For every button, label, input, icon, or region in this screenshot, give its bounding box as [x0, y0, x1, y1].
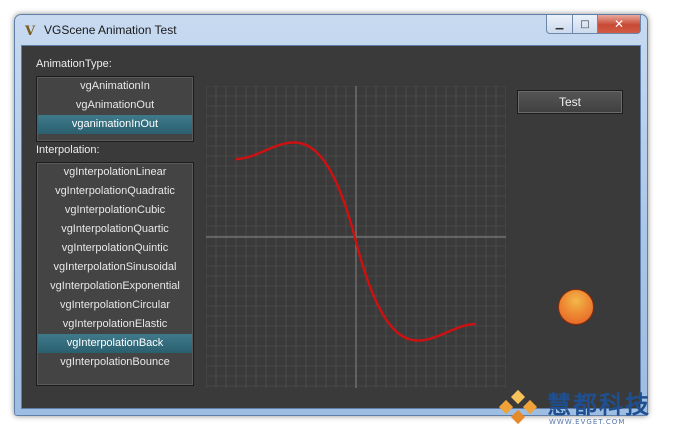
interpolation-item[interactable]: vgInterpolationSinusoidal: [38, 258, 192, 277]
animation-type-item[interactable]: vganimationInOut: [38, 115, 192, 134]
test-button[interactable]: Test: [517, 90, 623, 114]
interpolation-listbox[interactable]: vgInterpolationLinear vgInterpolationQuad…: [36, 162, 194, 386]
interpolation-item[interactable]: vgInterpolationQuartic: [38, 220, 192, 239]
animation-type-item[interactable]: vgAnimationOut: [38, 96, 192, 115]
interpolation-item[interactable]: vgInterpolationBounce: [38, 353, 192, 372]
interpolation-item[interactable]: vgInterpolationLinear: [38, 163, 192, 182]
interpolation-item[interactable]: vgInterpolationQuintic: [38, 239, 192, 258]
window-controls: ▁ □ ✕: [546, 15, 641, 34]
interpolation-item[interactable]: vgInterpolationElastic: [38, 315, 192, 334]
minimize-icon: ▁: [555, 18, 564, 30]
close-icon: ✕: [613, 17, 625, 31]
animation-type-item[interactable]: vgAnimationIn: [38, 77, 192, 96]
interpolation-item[interactable]: vgInterpolationCubic: [38, 201, 192, 220]
app-window: V VGScene Animation Test ▁ □ ✕ Animation…: [14, 14, 648, 416]
interpolation-item[interactable]: vgInterpolationCircular: [38, 296, 192, 315]
interpolation-item[interactable]: vgInterpolationQuadratic: [38, 182, 192, 201]
watermark: 慧都科技 WWW.EVGET.COM: [495, 382, 674, 431]
interpolation-curve-graph: [206, 86, 506, 388]
maximize-button[interactable]: □: [573, 15, 598, 34]
animated-ball: [558, 289, 594, 325]
close-button[interactable]: ✕: [598, 15, 641, 34]
watermark-text: 慧都科技: [547, 391, 651, 419]
interpolation-label: Interpolation:: [36, 144, 100, 156]
minimize-button[interactable]: ▁: [546, 15, 573, 34]
title-bar[interactable]: V VGScene Animation Test ▁ □ ✕: [15, 15, 647, 45]
evget-logo-icon: [498, 389, 538, 425]
maximize-icon: □: [580, 18, 590, 30]
watermark-url: WWW.EVGET.COM: [549, 418, 626, 426]
animation-type-label: AnimationType:: [36, 58, 112, 70]
interpolation-item[interactable]: vgInterpolationExponential: [38, 277, 192, 296]
window-title: VGScene Animation Test: [44, 23, 177, 37]
client-area: AnimationType: vgAnimationIn vgAnimationO…: [21, 45, 641, 409]
interpolation-item[interactable]: vgInterpolationBack: [38, 334, 192, 353]
vgscene-app-icon: V: [24, 23, 36, 39]
animation-type-listbox[interactable]: vgAnimationIn vgAnimationOut vganimationIn…: [36, 76, 194, 142]
